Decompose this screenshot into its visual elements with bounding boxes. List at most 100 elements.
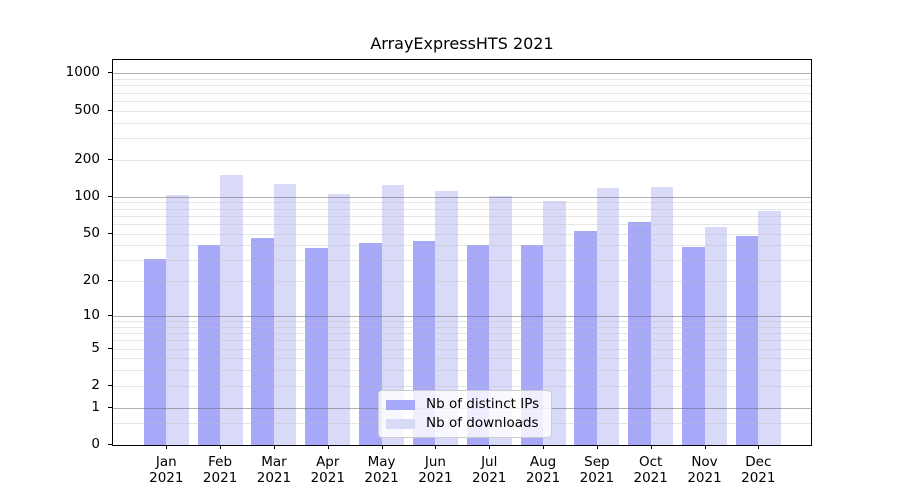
minor-gridline — [113, 110, 811, 112]
x-tick-mark — [543, 445, 545, 449]
x-label-month: Feb — [208, 454, 233, 470]
x-label-year: 2021 — [202, 470, 238, 486]
x-label-year: 2021 — [525, 470, 561, 486]
x-tick-label: Jun 2021 — [405, 454, 465, 486]
x-label-year: 2021 — [149, 470, 184, 486]
x-axis: Jan 2021 Feb 2021 Mar 2021 Apr 2021 May 2021 Jun 20… — [113, 445, 811, 495]
legend-label-downloads: Nb of downloads — [426, 415, 539, 431]
y-tick-label: 50 — [82, 224, 100, 241]
legend-label-distinct-ips: Nb of distinct IPs — [426, 396, 540, 412]
y-tick-mark — [108, 384, 112, 386]
minor-gridline — [113, 159, 811, 161]
x-tick-mark — [381, 445, 383, 449]
x-tick-mark — [704, 445, 706, 449]
x-tick-label: Jan 2021 — [136, 454, 196, 486]
bar-distinct-ips — [197, 245, 221, 445]
legend-swatch-distinct-ips — [386, 399, 415, 410]
y-tick-mark — [108, 158, 112, 160]
bar-downloads — [650, 186, 674, 445]
x-tick-mark — [435, 445, 437, 449]
x-label-year: 2021 — [256, 470, 292, 486]
x-tick-label: May 2021 — [352, 454, 412, 486]
bar-downloads — [596, 188, 620, 445]
x-label-year: 2021 — [579, 470, 615, 486]
x-tick-mark — [166, 445, 168, 449]
x-tick-mark — [489, 445, 491, 449]
plot-area: Nb of distinct IPs Nb of downloads — [112, 59, 812, 446]
minor-gridline — [113, 100, 811, 102]
x-tick-mark — [596, 445, 598, 449]
x-tick-mark — [650, 445, 652, 449]
y-tick-mark — [108, 72, 112, 74]
major-gridline — [113, 73, 811, 75]
y-tick-label: 0 — [91, 436, 100, 452]
x-label-month: Apr — [316, 454, 340, 470]
x-label-month: Jul — [481, 454, 498, 470]
minor-gridline — [113, 215, 811, 217]
x-tick-label: Oct 2021 — [621, 454, 681, 486]
bar-distinct-ips — [574, 231, 597, 445]
x-label-month: Dec — [745, 454, 772, 470]
y-tick-label: 1 — [91, 398, 100, 415]
y-tick-mark — [108, 280, 112, 282]
y-tick-mark — [108, 444, 112, 445]
x-label-year: 2021 — [472, 470, 507, 486]
minor-gridline — [113, 208, 811, 210]
x-tick-mark — [220, 445, 222, 449]
minor-gridline — [113, 223, 811, 225]
legend: Nb of distinct IPs Nb of downloads — [378, 390, 553, 438]
y-tick-label: 200 — [74, 150, 100, 167]
y-tick-label: 5 — [91, 339, 100, 356]
y-tick-mark — [108, 109, 112, 111]
y-tick-label: 10 — [82, 307, 100, 324]
y-tick-mark — [108, 347, 112, 349]
x-tick-mark — [758, 445, 760, 449]
x-tick-label: Nov 2021 — [675, 454, 735, 486]
bar-downloads — [704, 226, 727, 445]
x-label-year: 2021 — [633, 470, 668, 486]
bar-distinct-ips — [682, 246, 705, 445]
bar-distinct-ips — [143, 258, 167, 445]
x-tick-label: Apr 2021 — [298, 454, 358, 486]
x-label-month: Jan — [155, 454, 177, 470]
major-gridline — [113, 196, 811, 198]
y-tick-label: 500 — [74, 101, 100, 118]
y-tick-mark — [108, 406, 112, 408]
y-tick-label: 20 — [82, 272, 100, 289]
chart-title: ArrayExpressHTS 2021 — [370, 34, 554, 53]
x-label-year: 2021 — [364, 470, 399, 486]
bar-downloads — [220, 175, 243, 445]
bar-distinct-ips — [305, 247, 328, 445]
bar-distinct-ips — [251, 237, 274, 445]
minor-gridline — [113, 202, 811, 204]
x-label-year: 2021 — [741, 470, 776, 486]
x-tick-label: Aug 2021 — [513, 454, 573, 486]
x-tick-label: Dec 2021 — [728, 454, 788, 486]
bar-downloads — [758, 210, 781, 445]
x-tick-label: Jul 2021 — [459, 454, 519, 486]
legend-swatch-downloads — [386, 418, 415, 429]
bar-distinct-ips — [735, 235, 759, 445]
minor-gridline — [113, 122, 811, 124]
x-label-month: May — [367, 454, 396, 470]
x-label-month: Aug — [529, 454, 557, 470]
y-tick-mark — [108, 315, 112, 317]
legend-item-downloads: Nb of downloads — [386, 416, 539, 431]
x-tick-mark — [273, 445, 275, 449]
y-tick-label: 1000 — [65, 64, 100, 81]
y-tick-label: 100 — [74, 187, 100, 204]
legend-item-distinct-ips: Nb of distinct IPs — [386, 397, 539, 412]
x-label-month: Sep — [584, 454, 610, 470]
y-tick-mark — [108, 232, 112, 234]
bar-downloads — [273, 184, 297, 445]
figure: ArrayExpressHTS 2021 Nb of distinct IPs … — [0, 0, 900, 500]
x-label-month: Nov — [691, 454, 718, 470]
minor-gridline — [113, 138, 811, 140]
x-tick-label: Feb 2021 — [190, 454, 250, 486]
y-tick-mark — [108, 195, 112, 197]
minor-gridline — [113, 79, 811, 81]
x-label-month: Oct — [639, 454, 663, 470]
x-label-year: 2021 — [687, 470, 722, 486]
bar-distinct-ips — [628, 222, 651, 445]
x-tick-mark — [327, 445, 329, 449]
